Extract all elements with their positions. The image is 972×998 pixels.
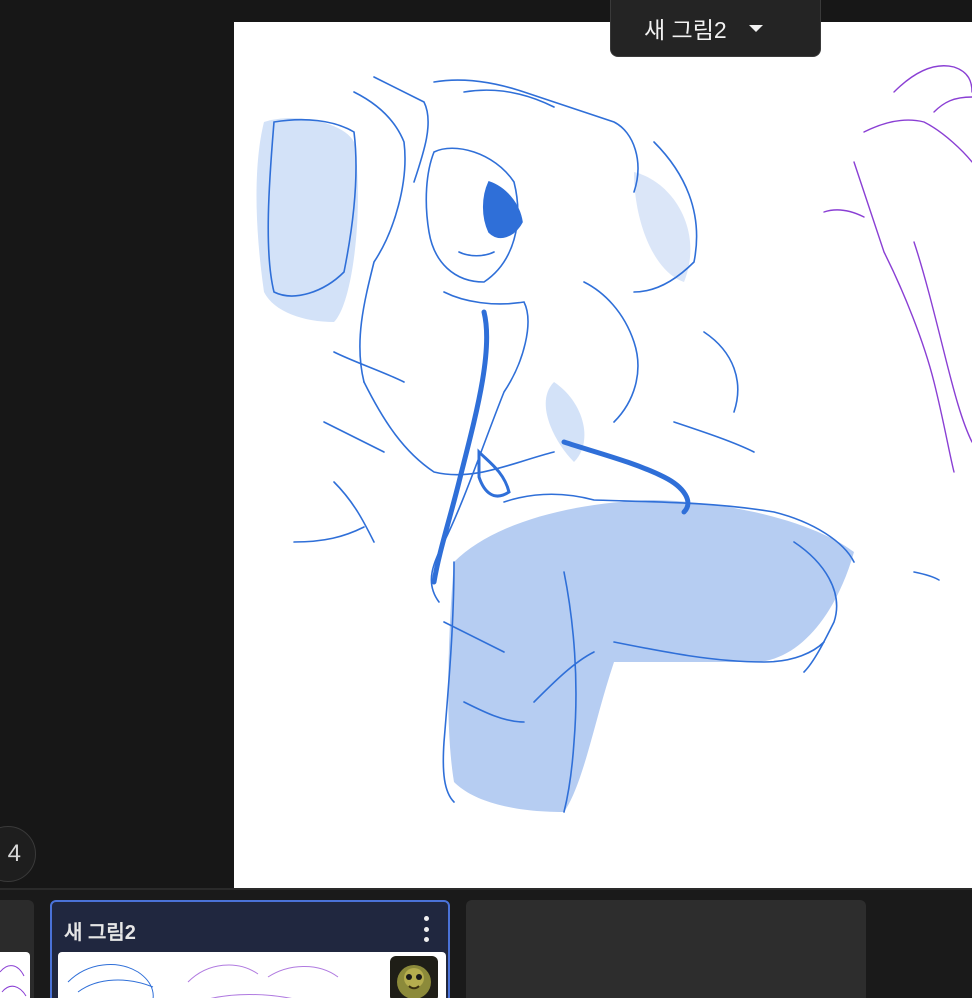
page-card-active[interactable]: 새 그림2 (50, 900, 450, 998)
page-thumbnail (0, 952, 30, 998)
chevron-down-icon (748, 24, 763, 32)
more-vertical-icon[interactable] (422, 916, 430, 942)
page-number: 4 (7, 840, 21, 867)
page-card-title: 새 그림2 (64, 922, 136, 944)
drawing-app: 새 그림2 4 새 그림2 (0, 0, 972, 998)
user-avatar (390, 956, 438, 998)
page-card-empty[interactable] (466, 900, 866, 998)
page-indicator[interactable]: 4 (0, 826, 36, 882)
page-thumbnail (58, 952, 446, 998)
sketch-shading (256, 118, 854, 812)
purple-sketch (823, 65, 972, 473)
drawing-canvas[interactable] (234, 22, 972, 888)
page-card-previous[interactable] (0, 900, 34, 998)
document-title-dropdown[interactable]: 새 그림2 (610, 0, 821, 57)
page-strip: 새 그림2 (0, 888, 972, 998)
sketch-artwork (256, 65, 972, 813)
sketch-strokes (267, 76, 940, 813)
document-title: 새 그림2 (644, 17, 727, 43)
